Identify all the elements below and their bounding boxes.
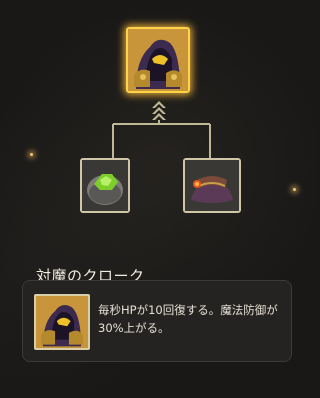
- stone-item-slot[interactable]: [80, 158, 130, 213]
- neck-cloak-icon: [185, 160, 239, 211]
- upgrade-chevron-icon: [152, 101, 166, 120]
- hooded-cloak-icon: [36, 296, 88, 348]
- green-gem-stone-icon: [82, 160, 128, 211]
- hooded-cloak-icon: [128, 29, 188, 91]
- neck-cloak-item-slot[interactable]: [183, 158, 241, 213]
- cloak-item-slot[interactable]: [126, 27, 190, 93]
- detail-item-slot: [34, 294, 90, 350]
- item-description-text: 毎秒HPが10回復する。魔法防御が30%上がる。: [98, 303, 278, 335]
